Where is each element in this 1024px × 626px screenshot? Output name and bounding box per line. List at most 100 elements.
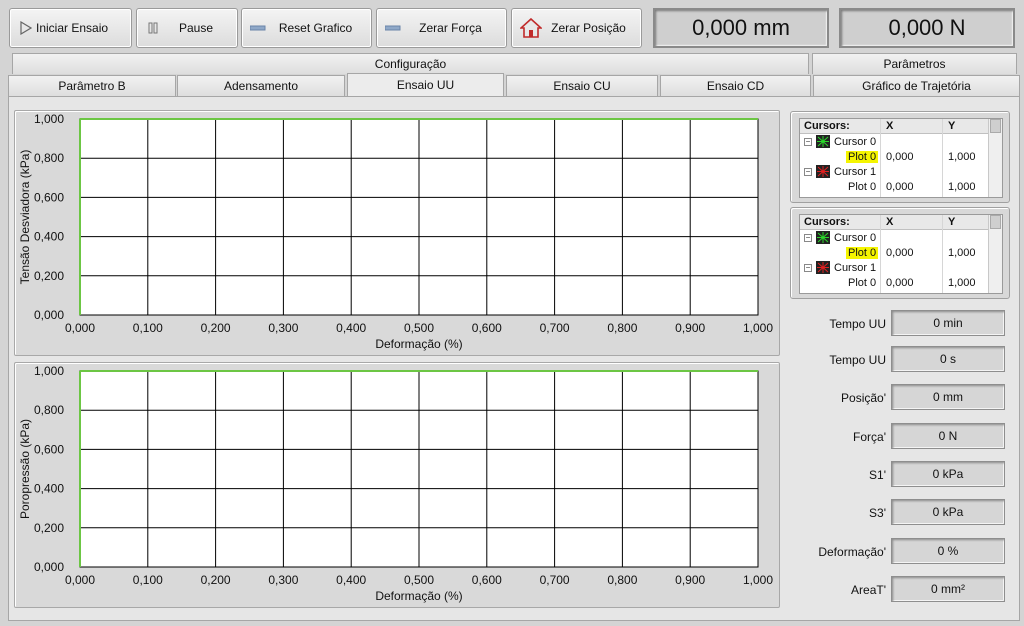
tab-parametro-b[interactable]: Parâmetro B (8, 75, 176, 96)
posicao-indicator: 0 mm (891, 384, 1005, 410)
y-tick-label: 0,400 (34, 482, 64, 496)
iniciar-ensaio-button[interactable]: Iniciar Ensaio (9, 8, 132, 48)
y-tick-label: 0,400 (34, 230, 64, 244)
pause-label: Pause (178, 21, 214, 35)
tempo-uu-s-indicator: 0 s (891, 346, 1005, 372)
cursor-table-2[interactable]: Cursors: X Y − Cursor 0 Plot 0 0,000 1,0… (799, 214, 1003, 294)
area-indicator: 0 mm² (891, 576, 1005, 602)
cursors-header: Cursors: (804, 120, 850, 132)
x-tick-label: 0,400 (336, 321, 366, 335)
cursor-1-plot-row[interactable]: Plot 0 0,000 1,000 (800, 276, 990, 290)
forca-indicator: 0 N (891, 423, 1005, 449)
home-icon (520, 18, 542, 38)
x-tick-label: 0,500 (404, 321, 434, 335)
y-tick-label: 0,800 (34, 403, 64, 417)
cursor-table-1[interactable]: Cursors: X Y − Cursor 0 Plot 0 0,000 1,0… (799, 118, 1003, 198)
zerar-posicao-button[interactable]: Zerar Posição (511, 8, 642, 48)
x-tick-label: 0,600 (472, 573, 502, 587)
tab-ensaio-cd[interactable]: Ensaio CD (660, 75, 811, 96)
position-display: 0,000 mm (653, 8, 829, 48)
cursor-0-row[interactable]: − Cursor 0 (800, 135, 990, 149)
cursor-1-plot: Plot 0 (848, 181, 877, 193)
cursor-0-icon (816, 231, 830, 244)
cursor-0-row[interactable]: − Cursor 0 (800, 231, 990, 245)
s1-indicator: 0 kPa (891, 461, 1005, 487)
s1-label: S1' (869, 468, 886, 482)
tempo-uu-min-indicator: 0 min (891, 310, 1005, 336)
x-tick-label: 0,400 (336, 573, 366, 587)
pause-button[interactable]: Pause (136, 8, 238, 48)
y-axis-label: Poropressão (kPa) (18, 419, 32, 519)
collapse-icon[interactable]: − (804, 138, 812, 146)
cursor-0-y: 1,000 (948, 151, 976, 163)
cursors-header: Cursors: (804, 216, 850, 228)
x-tick-label: 0,700 (540, 321, 570, 335)
collapse-icon[interactable]: − (804, 264, 812, 272)
s3-label: S3' (869, 506, 886, 520)
y-header: Y (948, 216, 956, 228)
y-tick-label: 0,600 (34, 190, 64, 204)
tab-ensaio-cu[interactable]: Ensaio CU (506, 75, 658, 96)
cursor-1-icon (816, 261, 830, 274)
x-axis-label: Deformação (%) (375, 337, 462, 351)
forca-label: Força' (853, 430, 886, 444)
x-tick-label: 0,800 (607, 573, 637, 587)
y-tick-label: 0,800 (34, 151, 64, 165)
cursor-0-name: Cursor 0 (834, 232, 877, 244)
cursor-scrollbar[interactable] (988, 215, 1002, 293)
cursor-1-y: 1,000 (948, 277, 976, 289)
x-tick-label: 0,700 (540, 573, 570, 587)
cursor-1-plot-row[interactable]: Plot 0 0,000 1,000 (800, 180, 990, 194)
x-tick-label: 0,000 (65, 321, 95, 335)
tab-ensaio-uu[interactable]: Ensaio UU (347, 73, 504, 96)
iniciar-ensaio-label: Iniciar Ensaio (36, 21, 109, 35)
collapse-icon[interactable]: − (804, 234, 812, 242)
reset-grafico-button[interactable]: Reset Grafico (241, 8, 372, 48)
tab-adensamento[interactable]: Adensamento (177, 75, 345, 96)
x-axis-label: Deformação (%) (375, 589, 462, 603)
cursor-1-name: Cursor 1 (834, 166, 877, 178)
x-tick-label: 0,300 (268, 321, 298, 335)
cursor-1-row[interactable]: − Cursor 1 (800, 165, 990, 179)
cursor-0-plot-row[interactable]: Plot 0 0,000 1,000 (800, 150, 990, 164)
zero-icon (385, 20, 401, 36)
posicao-label: Posição' (841, 391, 886, 405)
cursor-0-x: 0,000 (886, 151, 914, 163)
zerar-forca-label: Zerar Força (419, 21, 482, 35)
deformacao-indicator: 0 % (891, 538, 1005, 564)
cursor-1-x: 0,000 (886, 277, 914, 289)
y-tick-label: 0,000 (34, 560, 64, 574)
y-header: Y (948, 120, 956, 132)
collapse-icon[interactable]: − (804, 168, 812, 176)
area-label: AreaT' (851, 583, 886, 597)
tab-grafico-trajetoria[interactable]: Gráfico de Trajetória (813, 75, 1020, 96)
zerar-forca-button[interactable]: Zerar Força (376, 8, 507, 48)
s3-indicator: 0 kPa (891, 499, 1005, 525)
cursor-1-y: 1,000 (948, 181, 976, 193)
cursor-0-plot-row[interactable]: Plot 0 0,000 1,000 (800, 246, 990, 260)
cursor-1-row[interactable]: − Cursor 1 (800, 261, 990, 275)
cursor-legend-1: Cursors: X Y − Cursor 0 Plot 0 0,000 1,0… (790, 111, 1010, 203)
y-tick-label: 0,200 (34, 269, 64, 283)
tab-parametros[interactable]: Parâmetros (812, 53, 1017, 74)
poropressao-chart[interactable]: 0,000 0,100 0,200 0,300 0,400 0,500 0,600 0,700… (15, 363, 781, 609)
deformacao-label: Deformação' (818, 545, 886, 559)
cursor-scrollbar[interactable] (988, 119, 1002, 197)
cursor-1-icon (816, 165, 830, 178)
tensao-desviadora-graph[interactable]: 0,000 0,100 0,200 0,300 0,400 0,500 0,600 0,700… (14, 110, 780, 356)
cursor-1-plot: Plot 0 (848, 277, 877, 289)
cursor-0-y: 1,000 (948, 247, 976, 259)
x-tick-label: 0,900 (675, 573, 705, 587)
cursor-0-x: 0,000 (886, 247, 914, 259)
cursor-legend-2: Cursors: X Y − Cursor 0 Plot 0 0,000 1,0… (790, 207, 1010, 299)
x-tick-label: 0,600 (472, 321, 502, 335)
x-header: X (886, 120, 894, 132)
cursor-table-header: Cursors: X Y (800, 119, 990, 134)
tensao-desviadora-chart[interactable]: 0,000 0,100 0,200 0,300 0,400 0,500 0,600 0,700… (15, 111, 781, 357)
reset-grafico-label: Reset Grafico (278, 21, 353, 35)
play-icon (18, 20, 34, 36)
cursor-0-name: Cursor 0 (834, 136, 877, 148)
x-tick-label: 0,900 (675, 321, 705, 335)
tab-configuracao[interactable]: Configuração (12, 53, 809, 74)
poropressao-graph[interactable]: 0,000 0,100 0,200 0,300 0,400 0,500 0,600 0,700… (14, 362, 780, 608)
